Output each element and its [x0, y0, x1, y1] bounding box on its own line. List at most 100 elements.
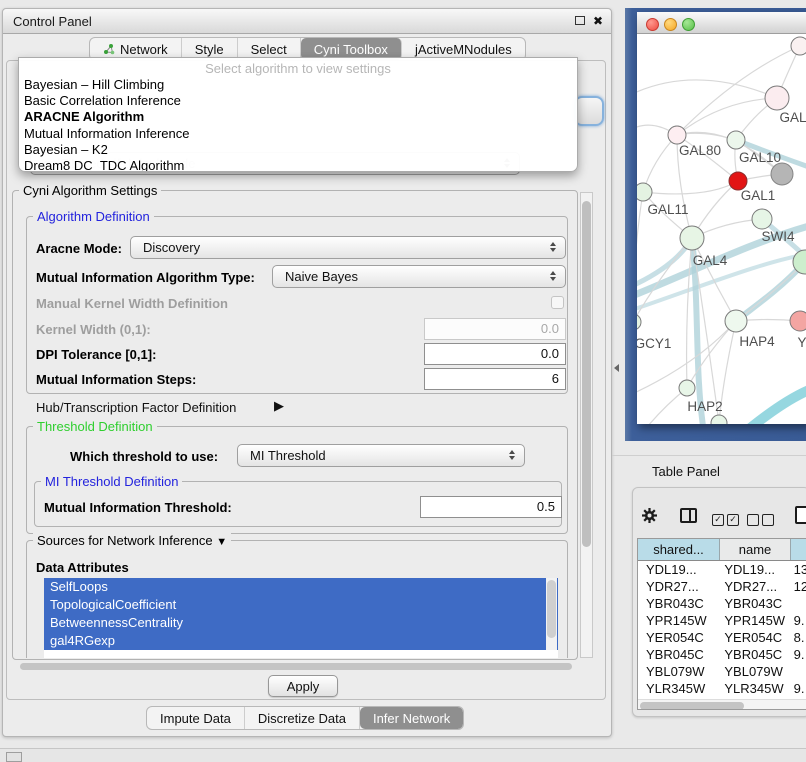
table-cell: 13: [789, 561, 806, 578]
table-cell: 12: [789, 578, 806, 595]
aracne-mode-value: Discovery: [143, 240, 200, 255]
attributes-scrollbar-thumb[interactable]: [547, 580, 556, 638]
table-cell: YIL052C: [720, 697, 788, 698]
algorithm-option-4[interactable]: Bayesian – K2: [19, 142, 577, 158]
settings-vertical-scrollbar[interactable]: [580, 192, 593, 658]
network-node[interactable]: [791, 37, 806, 55]
traffic-light-minimize-icon[interactable]: [664, 18, 677, 31]
table-row[interactable]: YDR27...YDR27...12: [638, 578, 806, 595]
mi-algorithm-type-value: Naive Bayes: [285, 269, 358, 284]
table-cell: YER054C: [638, 629, 720, 646]
table-horizontal-scrollbar[interactable]: [638, 699, 806, 710]
close-icon[interactable]: ✖: [593, 14, 603, 28]
node-label: GAL10: [739, 150, 781, 165]
tab-infer-network[interactable]: Infer Network: [360, 707, 463, 729]
dpi-tolerance-field[interactable]: 0.0: [424, 343, 566, 365]
algorithm-option-1[interactable]: Basic Correlation Inference: [19, 93, 577, 109]
table-hscrollbar-thumb[interactable]: [640, 702, 744, 710]
kernel-width-field[interactable]: 0.0: [424, 318, 566, 340]
apply-button[interactable]: Apply: [268, 675, 338, 697]
network-node-y[interactable]: [790, 311, 806, 331]
algorithm-option-3[interactable]: Mutual Information Inference: [19, 126, 577, 142]
table-file-icon[interactable]: [795, 506, 806, 524]
node-label: GAL11: [647, 202, 688, 217]
select-all-checkboxes-icon[interactable]: ✓✓: [712, 511, 739, 529]
minimized-panel-icon[interactable]: [6, 752, 22, 762]
tab-discretize-data[interactable]: Discretize Data: [245, 707, 360, 729]
table-header-row: shared... name: [638, 539, 806, 561]
control-panel-titlebar[interactable]: Control Panel ✖: [3, 9, 611, 34]
settings-scrollbar-thumb[interactable]: [582, 201, 591, 547]
table-row[interactable]: YPR145WYPR145W9.: [638, 612, 806, 629]
algorithm-option-5[interactable]: Dream8 DC_TDC Algorithm: [19, 158, 577, 172]
table-row[interactable]: YLR345WYLR345W9.: [638, 680, 806, 697]
mi-steps-field[interactable]: 6: [424, 368, 566, 390]
sources-title-text: Sources for Network Inference: [37, 533, 213, 548]
float-window-icon[interactable]: [575, 16, 585, 25]
expand-hub-arrow-icon[interactable]: ▶: [274, 398, 284, 414]
traffic-light-close-icon[interactable]: [646, 18, 659, 31]
network-canvas[interactable]: GALGAL80GAL10GAL1GAL11SWI4GAL4GCY1HAP4YH…: [637, 34, 806, 424]
network-node-gal11[interactable]: [637, 183, 652, 201]
deselect-all-checkboxes-icon[interactable]: [747, 511, 774, 529]
gear-icon[interactable]: [641, 507, 658, 529]
network-window-titlebar[interactable]: [637, 12, 806, 34]
network-node-swi4[interactable]: [752, 209, 772, 229]
network-node-gal[interactable]: [765, 86, 789, 110]
which-threshold-combo[interactable]: MI Threshold: [237, 444, 525, 467]
table-row[interactable]: YER054CYER054C8.: [638, 629, 806, 646]
table-cell: 9.: [789, 680, 806, 697]
traffic-light-zoom-icon[interactable]: [682, 18, 695, 31]
table-cell: 9.: [789, 646, 806, 663]
split-view-icon[interactable]: [680, 508, 697, 523]
table-cell: YBR043C: [720, 595, 788, 612]
network-node[interactable]: [711, 415, 727, 424]
hub-definition-label[interactable]: Hub/Transcription Factor Definition: [36, 400, 236, 415]
combo-arrows-icon: [509, 450, 517, 462]
table-cell: 8.: [789, 629, 806, 646]
table-row[interactable]: YDL19...YDL19...13: [638, 561, 806, 578]
focused-combo-fragment[interactable]: [574, 96, 604, 126]
algorithm-option-2[interactable]: ARACNE Algorithm: [19, 109, 577, 125]
network-node-gcy1[interactable]: [637, 314, 641, 330]
network-node-gal10[interactable]: [727, 131, 745, 149]
attribute-item[interactable]: SelfLoops: [44, 578, 558, 596]
network-node-hap2[interactable]: [679, 380, 695, 396]
mi-threshold-label: Mutual Information Threshold:: [44, 500, 232, 515]
threshold-definition-title: Threshold Definition: [33, 419, 157, 434]
network-node-gal4[interactable]: [680, 226, 704, 250]
table-cell: YBR043C: [638, 595, 720, 612]
algorithm-option-0[interactable]: Bayesian – Hill Climbing: [19, 77, 577, 93]
table-cell: YPR145W: [720, 612, 788, 629]
node-label: SWI4: [761, 229, 794, 244]
network-node-hap4[interactable]: [725, 310, 747, 332]
aracne-mode-combo[interactable]: Discovery: [130, 236, 566, 259]
splitter-collapse-arrow-icon[interactable]: [614, 364, 619, 372]
which-threshold-label: Which threshold to use:: [70, 449, 218, 464]
column-header-3[interactable]: [791, 539, 806, 560]
column-header-shared[interactable]: shared...: [638, 539, 720, 560]
attribute-item[interactable]: TopologicalCoefficient: [44, 596, 558, 614]
network-node-gal80[interactable]: [668, 126, 686, 144]
table-row[interactable]: YBL079WYBL079W: [638, 663, 806, 680]
table-row[interactable]: YBR045CYBR045C9.: [638, 646, 806, 663]
collapse-sources-arrow-icon[interactable]: ▼: [216, 536, 227, 548]
table-row[interactable]: YBR043CYBR043C: [638, 595, 806, 612]
node-label: GCY1: [637, 336, 671, 351]
table-cell: YLR345W: [638, 680, 720, 697]
network-node[interactable]: [771, 163, 793, 185]
bottom-dock: [0, 748, 806, 762]
tab-impute-data[interactable]: Impute Data: [147, 707, 245, 729]
table-cell: YLR345W: [720, 680, 788, 697]
attributes-scrollbar[interactable]: [546, 578, 557, 650]
tab-label: Network: [120, 42, 168, 57]
column-header-name[interactable]: name: [720, 539, 791, 560]
settings-hscrollbar-thumb[interactable]: [20, 663, 572, 670]
table-row[interactable]: YIL052CYIL052C9: [638, 697, 806, 698]
mi-threshold-field[interactable]: 0.5: [420, 496, 562, 518]
attribute-item[interactable]: BetweennessCentrality: [44, 614, 558, 632]
attribute-item[interactable]: gal4RGexp: [44, 632, 558, 650]
settings-horizontal-scrollbar[interactable]: [14, 661, 578, 672]
manual-kernel-checkbox[interactable]: [551, 296, 564, 309]
mi-algorithm-type-combo[interactable]: Naive Bayes: [272, 265, 566, 288]
